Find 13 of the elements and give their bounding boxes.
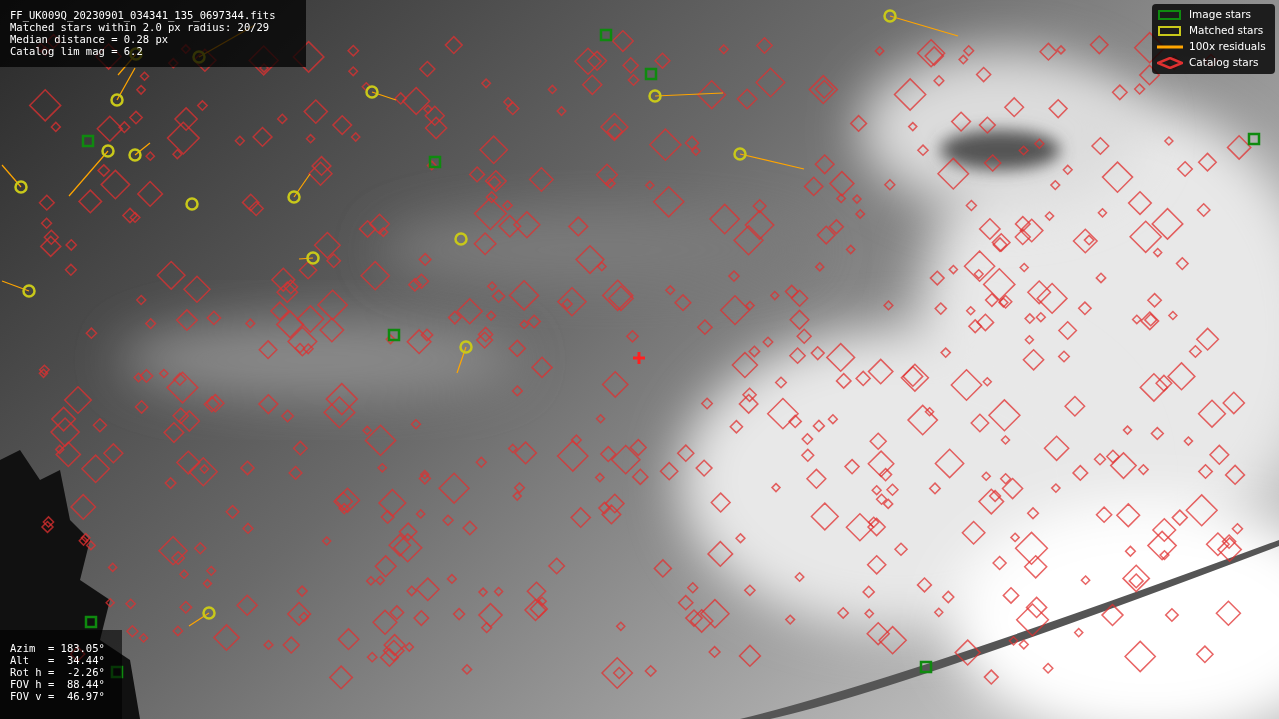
info-text: Matched stars within 2.0 px radius: 20/29 xyxy=(10,21,270,33)
info-text: FF_UK009Q_20230901_034341_135_0697344.fits xyxy=(10,9,276,21)
info-text: Catalog lim mag = 6.2 xyxy=(10,45,143,57)
info-text: FOV h = 88.44° xyxy=(10,678,105,690)
info-text: FOV v = 46.97° xyxy=(10,690,105,702)
legend-label: Matched stars xyxy=(1189,23,1264,39)
legend-label: Catalog stars xyxy=(1189,55,1259,71)
info-text: Median distance = 0.28 px xyxy=(10,33,169,45)
legend-label: 100x residuals xyxy=(1189,39,1266,55)
info-text: Azim = 183.05° xyxy=(10,642,105,654)
info-text: Alt = 34.44° xyxy=(10,654,105,666)
info-text: Rot h = -2.26° xyxy=(10,666,105,678)
legend-label: Image stars xyxy=(1189,7,1252,23)
